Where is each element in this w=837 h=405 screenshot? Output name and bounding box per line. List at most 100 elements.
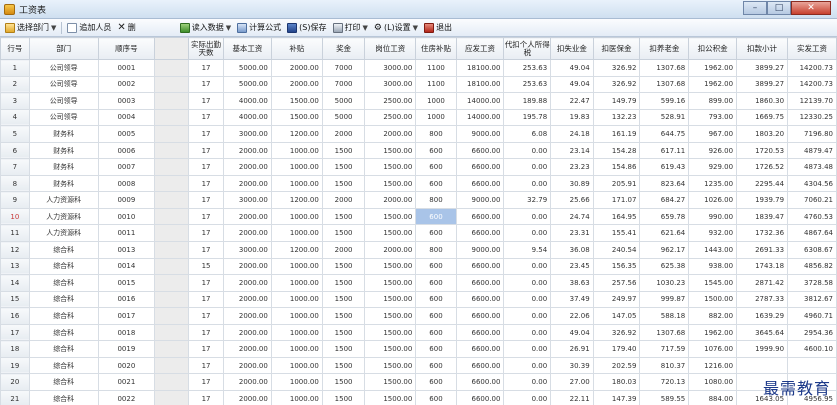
table-cell[interactable]: [154, 75, 189, 94]
table-cell[interactable]: 0017: [97, 307, 156, 325]
table-cell[interactable]: 0.00: [503, 257, 552, 276]
table-cell[interactable]: 人力资源科: [28, 224, 99, 243]
table-cell[interactable]: 0.00: [503, 290, 552, 309]
table-cell[interactable]: 1000.00: [270, 389, 323, 405]
table-cell[interactable]: 1545.00: [688, 274, 738, 292]
table-cell[interactable]: 6600.00: [455, 257, 505, 276]
table-cell[interactable]: 1500: [321, 207, 366, 226]
table-cell[interactable]: 6600.00: [455, 389, 505, 405]
table-cell[interactable]: 2000.00: [223, 158, 272, 176]
table-cell[interactable]: [154, 307, 189, 325]
table-cell[interactable]: 625.38: [639, 257, 690, 276]
table-cell[interactable]: 0.00: [503, 158, 552, 176]
row-number-cell[interactable]: 16: [0, 307, 30, 325]
table-cell[interactable]: 823.64: [639, 174, 690, 193]
table-cell[interactable]: 899.00: [688, 92, 738, 110]
table-cell[interactable]: 2000.00: [223, 389, 272, 405]
table-cell[interactable]: 30.39: [550, 356, 594, 375]
table-cell[interactable]: 6600.00: [455, 174, 505, 193]
column-header[interactable]: 行号: [0, 37, 30, 60]
table-row[interactable]: 18 综合科 0019 17 2000.00 1000.00 1500 1500.00 600 6…: [0, 340, 837, 358]
table-cell[interactable]: 195.78: [503, 108, 552, 127]
table-row[interactable]: 20 综合科 0021 17 2000.00 1000.00 1500 1500.00 600 6…: [0, 373, 837, 391]
save-button[interactable]: (S)保存: [284, 20, 329, 36]
table-cell[interactable]: [154, 174, 189, 193]
table-cell[interactable]: 6.08: [503, 125, 552, 143]
table-cell[interactable]: 1500.00: [270, 92, 323, 110]
table-cell[interactable]: 2000.00: [364, 125, 417, 143]
table-cell[interactable]: 0007: [97, 158, 156, 176]
table-cell[interactable]: 15: [187, 257, 225, 276]
table-cell[interactable]: 171.07: [592, 191, 641, 209]
row-number-cell[interactable]: 15: [0, 290, 30, 309]
table-cell[interactable]: 180.03: [592, 373, 641, 391]
table-cell[interactable]: 967.00: [688, 125, 738, 143]
column-header[interactable]: 基本工资: [223, 37, 272, 60]
table-cell[interactable]: 0.00: [503, 389, 552, 405]
table-cell[interactable]: 0018: [97, 323, 156, 342]
row-number-cell[interactable]: 14: [0, 274, 30, 292]
table-cell[interactable]: 4304.56: [787, 174, 837, 193]
table-cell[interactable]: 17: [187, 141, 225, 160]
table-cell[interactable]: 2000.00: [364, 241, 417, 259]
table-cell[interactable]: 1939.79: [736, 191, 789, 209]
table-cell[interactable]: 1500.00: [688, 290, 738, 309]
close-button[interactable]: ✕: [791, 1, 831, 15]
table-cell[interactable]: 3812.67: [787, 290, 837, 309]
table-cell[interactable]: 36.08: [550, 241, 594, 259]
table-cell[interactable]: 1200.00: [270, 191, 323, 209]
table-cell[interactable]: 6600.00: [455, 141, 505, 160]
table-cell[interactable]: 3899.27: [736, 59, 789, 77]
table-cell[interactable]: 1962.00: [688, 75, 738, 94]
table-cell[interactable]: [154, 158, 189, 176]
table-cell[interactable]: 6600.00: [455, 290, 505, 309]
table-cell[interactable]: 综合科: [28, 274, 99, 292]
table-cell[interactable]: 1307.68: [639, 323, 690, 342]
table-cell[interactable]: 600: [415, 224, 457, 243]
table-row[interactable]: 14 综合科 0015 17 2000.00 1000.00 1500 1500.00 600 6…: [0, 274, 837, 292]
table-cell[interactable]: 6600.00: [455, 356, 505, 375]
row-number-cell[interactable]: 1: [0, 59, 30, 77]
table-cell[interactable]: 0.00: [503, 356, 552, 375]
table-cell[interactable]: 22.06: [550, 307, 594, 325]
column-header[interactable]: 部门: [28, 37, 99, 60]
table-cell[interactable]: 17: [187, 125, 225, 143]
table-cell[interactable]: 1000.00: [270, 158, 323, 176]
table-cell[interactable]: 37.49: [550, 290, 594, 309]
table-cell[interactable]: 1669.75: [736, 108, 789, 127]
table-cell[interactable]: 1307.68: [639, 59, 690, 77]
table-cell[interactable]: 240.54: [592, 241, 641, 259]
table-cell[interactable]: 1076.00: [688, 340, 738, 358]
calc-formula-button[interactable]: 计算公式: [234, 20, 284, 36]
table-cell[interactable]: 2500.00: [364, 92, 417, 110]
column-header[interactable]: 应发工资: [455, 37, 505, 60]
table-cell[interactable]: 24.18: [550, 125, 594, 143]
table-cell[interactable]: 161.19: [592, 125, 641, 143]
table-cell[interactable]: 1999.90: [736, 340, 789, 358]
table-cell[interactable]: 600: [415, 141, 457, 160]
table-cell[interactable]: 综合科: [28, 290, 99, 309]
table-cell[interactable]: 综合科: [28, 307, 99, 325]
table-cell[interactable]: 0021: [97, 373, 156, 391]
table-cell[interactable]: 0002: [97, 75, 156, 94]
table-cell[interactable]: 659.78: [639, 207, 690, 226]
table-cell[interactable]: 0004: [97, 108, 156, 127]
table-cell[interactable]: 617.11: [639, 141, 690, 160]
table-cell[interactable]: 5000: [321, 92, 366, 110]
table-cell[interactable]: 1500.00: [364, 224, 417, 243]
table-cell[interactable]: 179.40: [592, 340, 641, 358]
table-cell[interactable]: 0013: [97, 241, 156, 259]
table-cell[interactable]: 17: [187, 92, 225, 110]
row-number-cell[interactable]: 21: [0, 389, 30, 405]
table-cell[interactable]: 600: [415, 207, 457, 226]
column-header[interactable]: 顺序号: [97, 37, 156, 60]
table-cell[interactable]: 19.83: [550, 108, 594, 127]
table-cell[interactable]: 26.91: [550, 340, 594, 358]
table-cell[interactable]: 27.00: [550, 373, 594, 391]
table-row[interactable]: 13 综合科 0014 15 2000.00 1000.00 1500 1500.00 600 6…: [0, 257, 837, 276]
table-cell[interactable]: 49.04: [550, 323, 594, 342]
table-cell[interactable]: 1500.00: [364, 207, 417, 226]
row-number-cell[interactable]: 20: [0, 373, 30, 391]
table-cell[interactable]: 4879.47: [787, 141, 837, 160]
import-data-button[interactable]: 读入数据 ▼: [177, 20, 234, 36]
